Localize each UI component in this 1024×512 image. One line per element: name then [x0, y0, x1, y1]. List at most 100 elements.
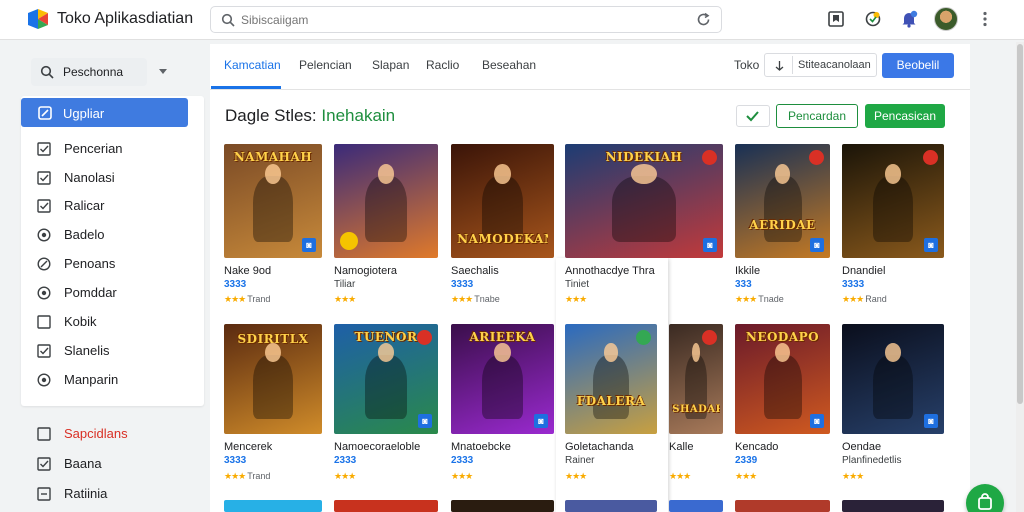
app-card-image[interactable]: [334, 500, 438, 512]
card-name[interactable]: Annothacdye Thra: [565, 265, 655, 277]
card-name[interactable]: Mencerek: [224, 441, 272, 453]
search-input[interactable]: [241, 11, 681, 29]
app-card-image[interactable]: [224, 500, 322, 512]
app-card-image[interactable]: AERIDAE ◙: [735, 144, 830, 258]
app-card-image[interactable]: SDIRITLX: [224, 324, 322, 434]
card-character: [612, 163, 676, 243]
sidebar-item[interactable]: Baana: [37, 454, 197, 474]
tab-pelencian[interactable]: Pelencian: [299, 58, 352, 72]
avatar[interactable]: [934, 7, 958, 31]
pencardan-button[interactable]: Pencardan: [776, 104, 858, 128]
pencasican-button[interactable]: Pencasican: [865, 104, 945, 128]
sidebar-item[interactable]: Pencerian: [37, 139, 197, 159]
sidebar-item[interactable]: Nanolasi: [37, 168, 197, 188]
card-name[interactable]: Ikkile: [735, 265, 760, 277]
card-name[interactable]: Oendae: [842, 441, 881, 453]
tab-slapan[interactable]: Slapan: [372, 58, 409, 72]
filter-label: Stiteacanolaan: [798, 59, 871, 71]
install-icon[interactable]: ◙: [418, 414, 432, 428]
card-name[interactable]: Dnandiel: [842, 265, 885, 277]
app-logo-icon: [28, 9, 48, 29]
install-icon[interactable]: ◙: [302, 238, 316, 252]
sidebar-item[interactable]: Penoans: [37, 254, 197, 274]
app-card-image[interactable]: [735, 500, 830, 512]
app-card-image[interactable]: [565, 500, 657, 512]
favorite-icon[interactable]: [809, 150, 824, 165]
app-card-image[interactable]: NAMAHAH ◙: [224, 144, 322, 258]
app-card-image[interactable]: TUENOR ◙: [334, 324, 438, 434]
card-name[interactable]: Kalle: [669, 441, 693, 453]
install-icon[interactable]: ◙: [924, 238, 938, 252]
card-price: 3333: [224, 455, 247, 466]
card-name[interactable]: Saechalis: [451, 265, 499, 277]
card-banner: SHADAR: [672, 404, 720, 415]
search-bar[interactable]: [210, 6, 722, 33]
verified-icon[interactable]: [636, 330, 651, 345]
card-name[interactable]: Nake 9od: [224, 265, 271, 277]
more-vert-icon[interactable]: [975, 9, 995, 29]
app-card-image[interactable]: NIDEKIAH ◙: [565, 144, 723, 258]
sidebar-item-label: Ugpliar: [63, 106, 105, 121]
radio-icon: [37, 286, 51, 300]
tab-raclio[interactable]: Raclio: [426, 58, 459, 72]
sidebar-item-label: Ralicar: [64, 198, 105, 213]
card-name[interactable]: Namoecoraeloble: [334, 441, 420, 453]
app-card-image[interactable]: NEODAPO ◙: [735, 324, 830, 434]
sidebar-item[interactable]: Manparin: [37, 370, 197, 390]
tab-kamcatian[interactable]: Kamcatian: [224, 58, 281, 72]
check-toggle-button[interactable]: [736, 105, 770, 127]
sidebar-item[interactable]: Ratiinia: [37, 484, 197, 504]
favorite-icon[interactable]: [923, 150, 938, 165]
notification-bell-icon[interactable]: [899, 9, 919, 29]
app-card-image[interactable]: SHADAR: [669, 324, 723, 434]
search-icon: [40, 65, 54, 79]
app-card-image[interactable]: NAMODEKAN: [451, 144, 554, 258]
install-icon[interactable]: ◙: [810, 414, 824, 428]
install-icon[interactable]: ◙: [703, 238, 717, 252]
puzzle-extension-icon[interactable]: [863, 9, 883, 29]
sidebar-item[interactable]: Badelo: [37, 225, 197, 245]
app-card-image[interactable]: ARIEEKA ◙: [451, 324, 554, 434]
top-bar: Toko Aplikasdiatian: [0, 0, 1024, 40]
card-character: [872, 343, 914, 419]
app-card-image[interactable]: ◙: [842, 144, 944, 258]
card-name[interactable]: Mnatoebcke: [451, 441, 511, 453]
card-emblem: [340, 232, 358, 250]
bookmark-icon[interactable]: [826, 9, 846, 29]
sidebar-item-active[interactable]: Ugpliar: [21, 98, 188, 127]
app-card-image[interactable]: [451, 500, 554, 512]
scrollbar-thumb[interactable]: [1017, 44, 1023, 404]
app-card-image[interactable]: ◙: [842, 324, 944, 434]
card-name[interactable]: Goletachanda: [565, 441, 634, 453]
refresh-icon[interactable]: [696, 12, 711, 27]
card-name[interactable]: Namogiotera: [334, 265, 397, 277]
favorite-icon[interactable]: [417, 330, 432, 345]
install-icon[interactable]: ◙: [810, 238, 824, 252]
floating-action-button[interactable]: [966, 484, 1004, 512]
sidebar-item[interactable]: Ralicar: [37, 196, 197, 216]
app-card-image[interactable]: FDALERA: [565, 324, 657, 434]
card-rating: ★★★: [669, 471, 691, 481]
sidebar-item[interactable]: Kobik: [37, 312, 197, 332]
primary-button[interactable]: Beobelil: [882, 53, 954, 78]
filter-select[interactable]: Stiteacanolaan: [764, 53, 877, 77]
card-rating: ★★★ Tnade: [735, 294, 784, 304]
sidebar-dropdown[interactable]: Peschonna: [31, 58, 167, 86]
card-banner: NAMODEKAN: [457, 232, 548, 246]
sidebar-item[interactable]: Sapcidlans: [37, 424, 197, 444]
app-card-image[interactable]: [669, 500, 723, 512]
sidebar-item[interactable]: Slanelis: [37, 341, 197, 361]
favorite-icon[interactable]: [702, 330, 717, 345]
card-rating: ★★★: [735, 471, 757, 481]
app-card-image[interactable]: [334, 144, 438, 258]
sidebar-item[interactable]: Pomddar: [37, 283, 197, 303]
card-character: [481, 343, 524, 419]
app-card-image[interactable]: [842, 500, 944, 512]
favorite-icon[interactable]: [702, 150, 717, 165]
tab-beseahan[interactable]: Beseahan: [482, 58, 536, 72]
card-name[interactable]: Kencado: [735, 441, 778, 453]
card-character: [253, 343, 293, 419]
section-title: Dagle Stles: Inehakain: [225, 106, 395, 126]
install-icon[interactable]: ◙: [924, 414, 938, 428]
install-icon[interactable]: ◙: [534, 414, 548, 428]
